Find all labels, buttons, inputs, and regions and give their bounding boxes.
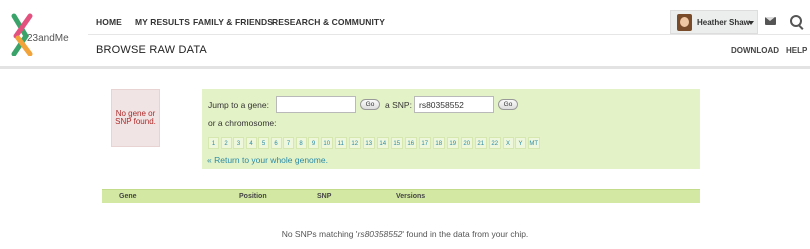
chromosome-button-21[interactable]: 21 <box>474 137 487 149</box>
no-results-suffix: ' found in the data from your chip. <box>402 229 529 239</box>
mail-icon[interactable] <box>765 17 776 25</box>
chromosome-button-8[interactable]: 8 <box>295 137 307 149</box>
nav-family-friends[interactable]: FAMILY & FRIENDS <box>193 17 273 27</box>
not-found-notice: No gene or SNP found. <box>111 89 160 147</box>
chromosome-button-6[interactable]: 6 <box>270 137 282 149</box>
chromosome-button-15[interactable]: 15 <box>390 137 403 149</box>
nav-home[interactable]: HOME <box>96 17 122 27</box>
user-menu[interactable]: Heather Shaw <box>670 10 758 34</box>
chromosome-button-5[interactable]: 5 <box>258 137 269 149</box>
page-title: BROWSE RAW DATA <box>96 44 207 56</box>
nav-research-community[interactable]: RESEARCH & COMMUNITY <box>272 17 385 27</box>
avatar <box>677 14 692 31</box>
no-results-prefix: No SNPs matching ' <box>281 229 358 239</box>
search-icon[interactable] <box>790 15 802 27</box>
chromosome-label: or a chromosome: <box>208 118 277 128</box>
chromosome-button-17[interactable]: 17 <box>418 137 431 149</box>
chromosome-button-19[interactable]: 19 <box>446 137 459 149</box>
chromosome-button-9[interactable]: 9 <box>308 137 319 149</box>
chromosome-button-4[interactable]: 4 <box>245 137 257 149</box>
gene-go-button[interactable]: Go <box>360 99 380 110</box>
return-to-genome-link[interactable]: « Return to your whole genome. <box>207 155 328 165</box>
no-results-message: No SNPs matching 'rs80358552' found in t… <box>0 229 810 239</box>
download-link[interactable]: DOWNLOAD <box>731 46 779 55</box>
chromosome-button-3[interactable]: 3 <box>233 137 244 149</box>
top-header: 23andMe HOME MY RESULTS FAMILY & FRIENDS… <box>0 0 810 69</box>
chromosome-button-y[interactable]: Y <box>515 137 526 149</box>
divider <box>88 34 810 35</box>
chromosome-button-x[interactable]: X <box>502 137 514 149</box>
chromosome-button-11[interactable]: 11 <box>334 137 347 149</box>
not-found-message: No gene or SNP found. <box>115 109 156 126</box>
chromosome-button-7[interactable]: 7 <box>283 137 294 149</box>
chromosome-button-mt[interactable]: MT <box>527 137 540 149</box>
results-table-header: Gene Position SNP Versions <box>102 189 700 203</box>
chevron-down-icon <box>748 21 754 25</box>
chromosome-button-10[interactable]: 10 <box>320 137 333 149</box>
chromosome-button-2[interactable]: 2 <box>220 137 232 149</box>
column-gene[interactable]: Gene <box>119 193 137 200</box>
column-snp[interactable]: SNP <box>317 193 331 200</box>
no-results-query: rs80358552 <box>357 229 403 239</box>
snp-go-button[interactable]: Go <box>498 99 518 110</box>
gene-input[interactable] <box>276 96 356 113</box>
chromosome-button-12[interactable]: 12 <box>348 137 361 149</box>
chromosome-button-18[interactable]: 18 <box>432 137 445 149</box>
chromosome-button-22[interactable]: 22 <box>488 137 501 149</box>
user-name: Heather Shaw <box>697 18 750 27</box>
snp-input[interactable] <box>414 96 494 113</box>
chromosome-button-20[interactable]: 20 <box>460 137 473 149</box>
column-position[interactable]: Position <box>239 193 267 200</box>
logo-icon[interactable]: 23andMe <box>8 12 72 56</box>
help-link[interactable]: HELP <box>786 46 807 55</box>
logo-text: 23andMe <box>27 33 69 44</box>
nav-my-results[interactable]: MY RESULTS <box>135 17 190 27</box>
column-versions[interactable]: Versions <box>396 193 425 200</box>
snp-label: a SNP: <box>385 100 412 110</box>
gene-label: Jump to a gene: <box>208 100 269 110</box>
chromosome-button-16[interactable]: 16 <box>404 137 417 149</box>
chromosome-button-13[interactable]: 13 <box>362 137 375 149</box>
chromosome-button-14[interactable]: 14 <box>376 137 389 149</box>
chromosome-button-1[interactable]: 1 <box>208 137 219 149</box>
